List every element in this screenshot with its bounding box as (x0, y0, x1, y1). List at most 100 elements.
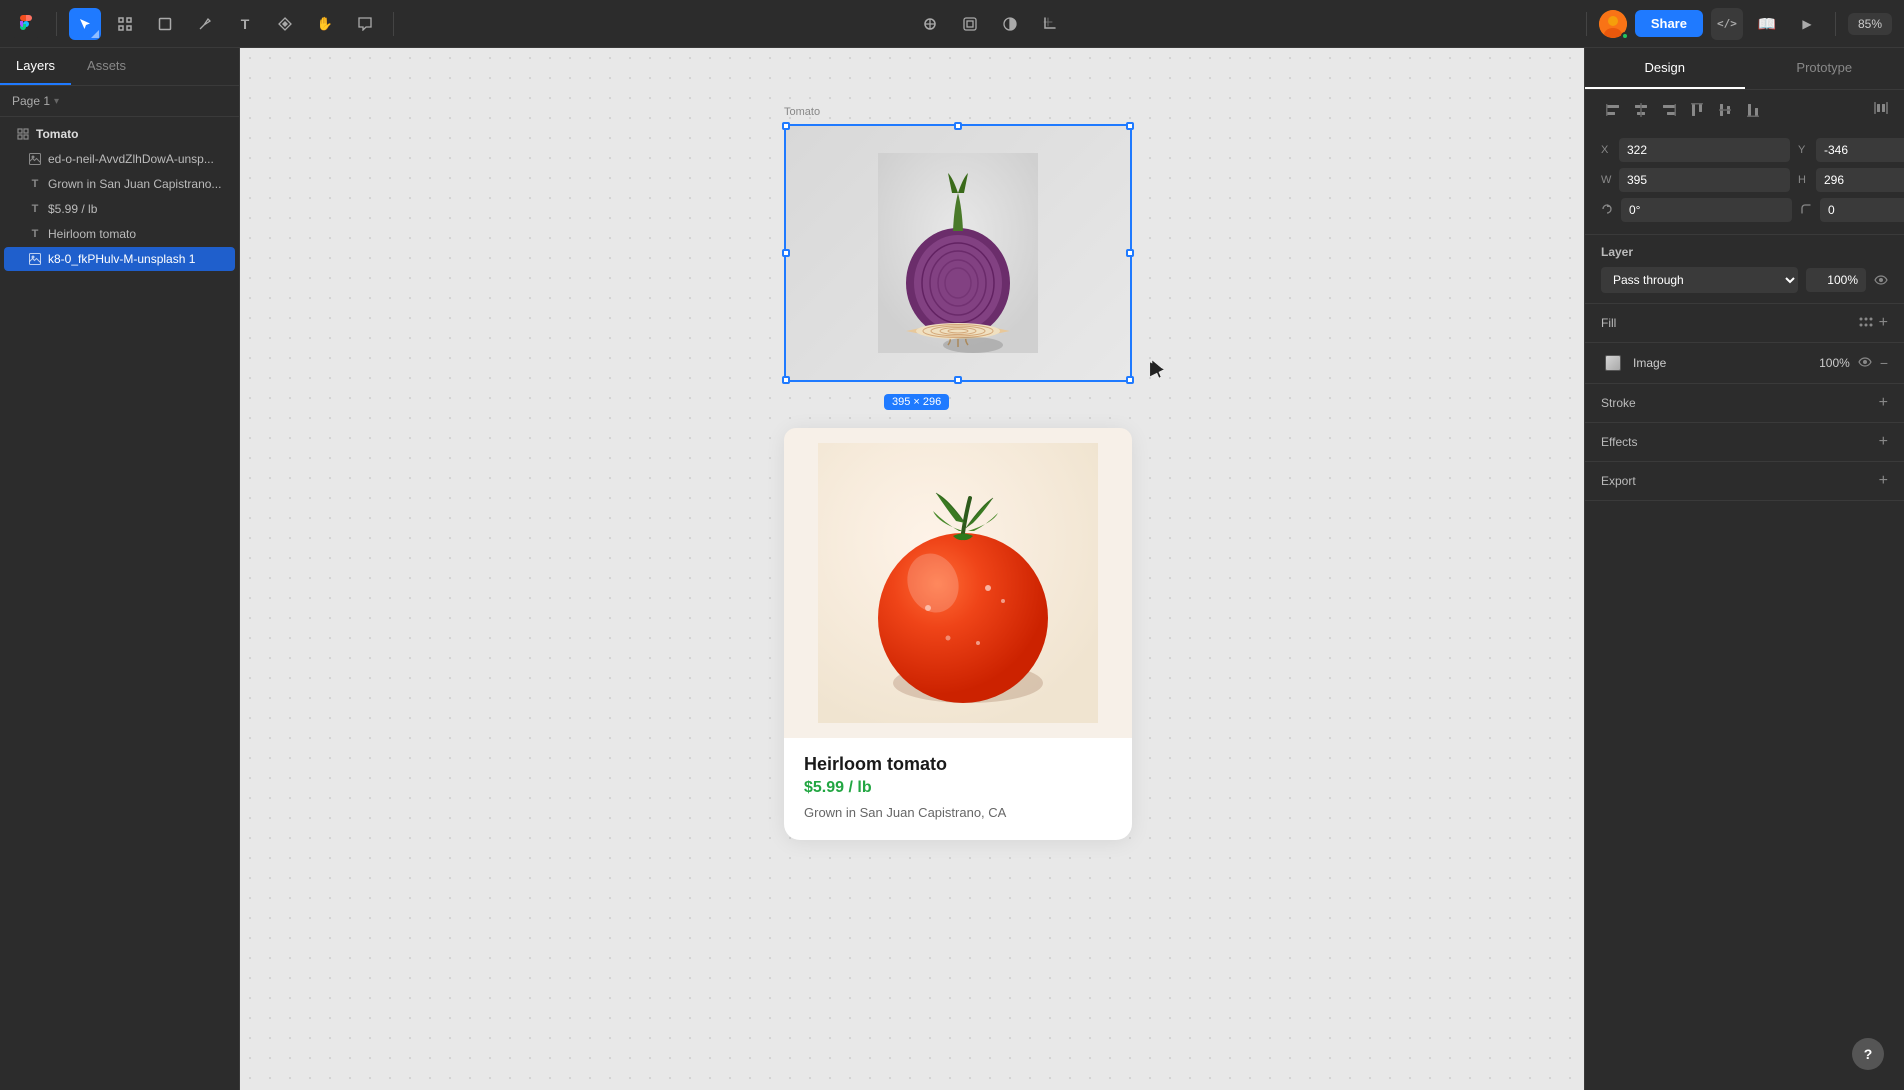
y-label: Y (1798, 144, 1812, 156)
comment-tool-button[interactable] (349, 8, 381, 40)
tab-prototype[interactable]: Prototype (1745, 48, 1904, 89)
align-left-button[interactable] (1601, 98, 1625, 122)
pen-tool-button[interactable] (189, 8, 221, 40)
page-name: Page 1 (12, 94, 50, 108)
fill-visibility-button[interactable] (1858, 356, 1872, 370)
layer-text-price[interactable]: T $5.99 / lb (4, 197, 235, 221)
card-price: $5.99 / lb (804, 779, 1112, 797)
align-middle-button[interactable] (1713, 98, 1737, 122)
fill-opacity-value: 100% (1819, 356, 1850, 370)
corner-radius-icon (1800, 203, 1812, 218)
stroke-add-button[interactable]: + (1879, 394, 1888, 412)
effects-add-button[interactable]: + (1879, 433, 1888, 451)
stroke-section-header: Stroke + (1585, 384, 1904, 423)
app-logo[interactable] (12, 10, 40, 38)
help-button[interactable]: ? (1852, 1038, 1884, 1070)
text-tool-button[interactable]: T (229, 8, 261, 40)
assets-button[interactable] (914, 8, 946, 40)
layers-list: Tomato ed-o-neil-AvvdZlhDowA-unsp... T G… (0, 117, 239, 1090)
image-icon-onion (28, 252, 42, 266)
onion-image-frame[interactable] (784, 124, 1132, 382)
text-icon-price: T (28, 202, 42, 216)
tomato-card[interactable]: Heirloom tomato $5.99 / lb Grown in San … (784, 428, 1132, 840)
zoom-button[interactable]: 85% (1848, 13, 1892, 35)
layer-text-grown-name: Grown in San Juan Capistrano... (48, 177, 223, 191)
y-field: Y (1798, 138, 1904, 162)
canvas-background: Tomato (240, 48, 1584, 1090)
x-input[interactable] (1619, 138, 1790, 162)
layer-text-heirloom[interactable]: T Heirloom tomato (4, 222, 235, 246)
effects-title: Effects (1601, 435, 1637, 449)
align-right-button[interactable] (1657, 98, 1681, 122)
y-input[interactable] (1816, 138, 1904, 162)
x-field: X (1601, 138, 1790, 162)
user-avatar[interactable] (1599, 10, 1627, 38)
fill-remove-button[interactable]: − (1880, 355, 1888, 371)
fill-style-button[interactable] (1859, 314, 1873, 332)
right-panel-tabs: Design Prototype (1585, 48, 1904, 90)
layer-image-name: ed-o-neil-AvvdZlhDowA-unsp... (48, 152, 223, 166)
h-field: H (1798, 168, 1904, 192)
layer-image-onion[interactable]: k8-0_fkPHulv-M-unsplash 1 (4, 247, 235, 271)
align-center-h-button[interactable] (1629, 98, 1653, 122)
w-field: W (1601, 168, 1790, 192)
rotation-field (1601, 198, 1792, 222)
left-panel: Layers Assets Page 1 ▾ Tomato (0, 48, 240, 1090)
text-icon-heirloom: T (28, 227, 42, 241)
stroke-title: Stroke (1601, 396, 1636, 410)
layer-image-onion-name: k8-0_fkPHulv-M-unsplash 1 (48, 252, 223, 266)
tab-layers[interactable]: Layers (0, 48, 71, 85)
distribute-menu-button[interactable] (1874, 101, 1888, 120)
contrast-button[interactable] (994, 8, 1026, 40)
onion-illustration (878, 153, 1038, 353)
crop-button[interactable] (1034, 8, 1066, 40)
present-button[interactable]: ▶ (1791, 8, 1823, 40)
blend-mode-select[interactable]: Pass through Normal Multiply Screen Over… (1601, 267, 1798, 293)
divider-1 (56, 12, 57, 36)
library-button[interactable]: 📖 (1751, 8, 1783, 40)
card-title: Heirloom tomato (804, 754, 1112, 775)
move-tool-button[interactable] (69, 8, 101, 40)
card-origin: Grown in San Juan Capistrano, CA (804, 805, 1112, 820)
w-input[interactable] (1619, 168, 1790, 192)
code-view-button[interactable]: </> (1711, 8, 1743, 40)
shape-tool-button[interactable] (149, 8, 181, 40)
layer-tomato-group[interactable]: Tomato (4, 122, 235, 146)
divider-2 (393, 12, 394, 36)
layer-image[interactable]: ed-o-neil-AvvdZlhDowA-unsp... (4, 147, 235, 171)
hand-tool-button[interactable]: ✋ (309, 8, 341, 40)
plugins-button[interactable] (954, 8, 986, 40)
online-indicator (1621, 32, 1629, 40)
layer-text-grown[interactable]: T Grown in San Juan Capistrano... (4, 172, 235, 196)
tab-assets[interactable]: Assets (71, 48, 142, 85)
layer-section-title: Layer (1601, 245, 1888, 259)
frame-label: Tomato (784, 106, 820, 118)
corner-radius-field (1800, 198, 1904, 222)
effects-section-header: Effects + (1585, 423, 1904, 462)
align-top-button[interactable] (1685, 98, 1709, 122)
w-label: W (1601, 174, 1615, 186)
h-input[interactable] (1816, 168, 1904, 192)
fill-swatch[interactable] (1601, 351, 1625, 375)
component-tool-button[interactable] (269, 8, 301, 40)
onion-image-inner (784, 124, 1132, 382)
visibility-toggle[interactable] (1874, 273, 1888, 288)
share-button[interactable]: Share (1635, 10, 1703, 37)
frame-tool-button[interactable] (109, 8, 141, 40)
h-label: H (1798, 174, 1812, 186)
canvas-area[interactable]: Tomato (240, 48, 1584, 1090)
corner-radius-input[interactable] (1820, 198, 1904, 222)
tab-design[interactable]: Design (1585, 48, 1745, 89)
align-bottom-button[interactable] (1741, 98, 1765, 122)
main-layout: Layers Assets Page 1 ▾ Tomato (0, 48, 1904, 1090)
x-label: X (1601, 144, 1615, 156)
rotation-input[interactable] (1621, 198, 1792, 222)
image-icon (28, 152, 42, 166)
divider-3 (1586, 12, 1587, 36)
page-selector[interactable]: Page 1 ▾ (0, 86, 239, 117)
layer-text-heirloom-name: Heirloom tomato (48, 227, 223, 241)
fill-type-label: Image (1633, 356, 1811, 370)
opacity-input[interactable] (1806, 268, 1866, 292)
fill-add-button[interactable]: + (1879, 314, 1888, 332)
export-add-button[interactable]: + (1879, 472, 1888, 490)
